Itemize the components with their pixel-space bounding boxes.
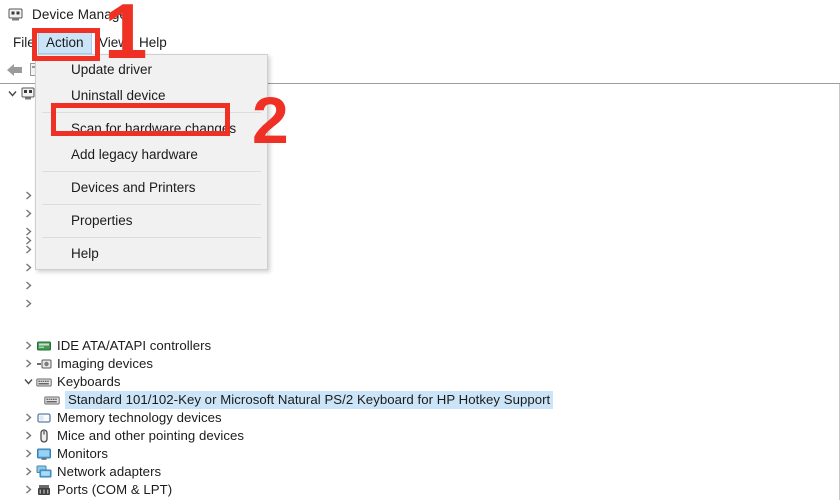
device-manager-icon: [7, 6, 24, 23]
chevron-right-icon[interactable]: [20, 408, 36, 427]
menu-item-uninstall-device[interactable]: Uninstall device: [36, 83, 267, 109]
tree-row-label: Monitors: [57, 446, 108, 461]
chevron-right-icon[interactable]: [20, 354, 36, 373]
tree-row-label: IDE ATA/ATAPI controllers: [57, 338, 212, 353]
menu-separator: [42, 171, 261, 172]
chevron-right-icon[interactable]: [20, 258, 36, 277]
tree-row-memory-technology-devices[interactable]: Memory technology devices: [20, 408, 222, 427]
tree-row-hidden[interactable]: [20, 276, 36, 295]
tree-row-mice-and-pointing-devices[interactable]: Mice and other pointing devices: [20, 426, 244, 445]
menu-item-help[interactable]: Help: [36, 241, 267, 267]
tree-row-label: Standard 101/102-Key or Microsoft Natura…: [65, 390, 554, 409]
menu-item-scan-for-hardware-changes[interactable]: Scan for hardware changes: [36, 116, 267, 142]
device-manager-window: Device Manager File Action View Help IDE…: [0, 0, 840, 500]
menu-action[interactable]: Action: [38, 31, 92, 54]
imaging-icon: [36, 356, 52, 372]
menu-item-add-legacy-hardware[interactable]: Add legacy hardware: [36, 142, 267, 168]
chevron-right-icon[interactable]: [20, 204, 36, 223]
tree-row-network-adapters[interactable]: Network adapters: [20, 462, 161, 481]
chevron-right-icon[interactable]: [20, 426, 36, 445]
menu-item-properties[interactable]: Properties: [36, 208, 267, 234]
tree-row-label: Mice and other pointing devices: [57, 428, 245, 443]
tree-row-keyboards[interactable]: Keyboards: [20, 372, 121, 391]
tree-row-ide-ata-atapi-controllers[interactable]: IDE ATA/ATAPI controllers: [20, 336, 211, 355]
keyboard-icon: [44, 392, 60, 408]
menu-help[interactable]: Help: [132, 31, 174, 54]
tree-row-ports-com-lpt[interactable]: Ports (COM & LPT): [20, 480, 172, 499]
action-dropdown-menu[interactable]: Update driver Uninstall device Scan for …: [35, 54, 268, 270]
menu-item-update-driver[interactable]: Update driver: [36, 57, 267, 83]
chevron-right-icon[interactable]: [20, 276, 36, 295]
memory-icon: [36, 410, 52, 426]
tree-row-label: Imaging devices: [57, 356, 154, 371]
tree-row-hidden[interactable]: [20, 186, 36, 205]
menu-file[interactable]: File: [6, 31, 42, 54]
monitor-icon: [36, 446, 52, 462]
menu-separator: [42, 237, 261, 238]
menu-separator: [42, 204, 261, 205]
chevron-down-icon[interactable]: [4, 84, 20, 103]
port-icon: [36, 482, 52, 498]
chevron-right-icon[interactable]: [20, 186, 36, 205]
keyboard-icon: [36, 374, 52, 390]
tree-row-label: Memory technology devices: [57, 410, 222, 425]
tree-row-hidden[interactable]: [20, 204, 36, 223]
menu-view[interactable]: View: [92, 31, 135, 54]
chevron-right-icon[interactable]: [20, 294, 36, 313]
chevron-right-icon[interactable]: [20, 480, 36, 499]
tree-row-hidden[interactable]: [20, 294, 36, 313]
tree-row-imaging-devices[interactable]: Imaging devices: [20, 354, 153, 373]
menu-separator: [42, 112, 261, 113]
mouse-icon: [36, 428, 52, 444]
chevron-right-icon[interactable]: [20, 444, 36, 463]
chevron-right-icon[interactable]: [20, 462, 36, 481]
window-title: Device Manager: [32, 6, 132, 22]
tree-row-monitors[interactable]: Monitors: [20, 444, 108, 463]
tree-row-label: Ports (COM & LPT): [57, 482, 173, 497]
ide-icon: [36, 338, 52, 354]
tree-row-label: Network adapters: [57, 464, 162, 479]
chevron-right-icon[interactable]: [20, 336, 36, 355]
chevron-right-icon[interactable]: [20, 231, 36, 250]
computer-icon: [20, 86, 36, 102]
menu-bar: File Action View Help: [0, 28, 840, 57]
tree-row-label: Keyboards: [57, 374, 121, 389]
title-bar: Device Manager: [0, 0, 840, 28]
back-arrow-icon[interactable]: [5, 61, 25, 79]
menu-item-devices-and-printers[interactable]: Devices and Printers: [36, 175, 267, 201]
tree-row-standard-keyboard[interactable]: Standard 101/102-Key or Microsoft Natura…: [44, 390, 554, 409]
tree-row-hidden[interactable]: [20, 258, 36, 277]
network-icon: [36, 464, 52, 480]
chevron-down-icon[interactable]: [20, 372, 36, 391]
